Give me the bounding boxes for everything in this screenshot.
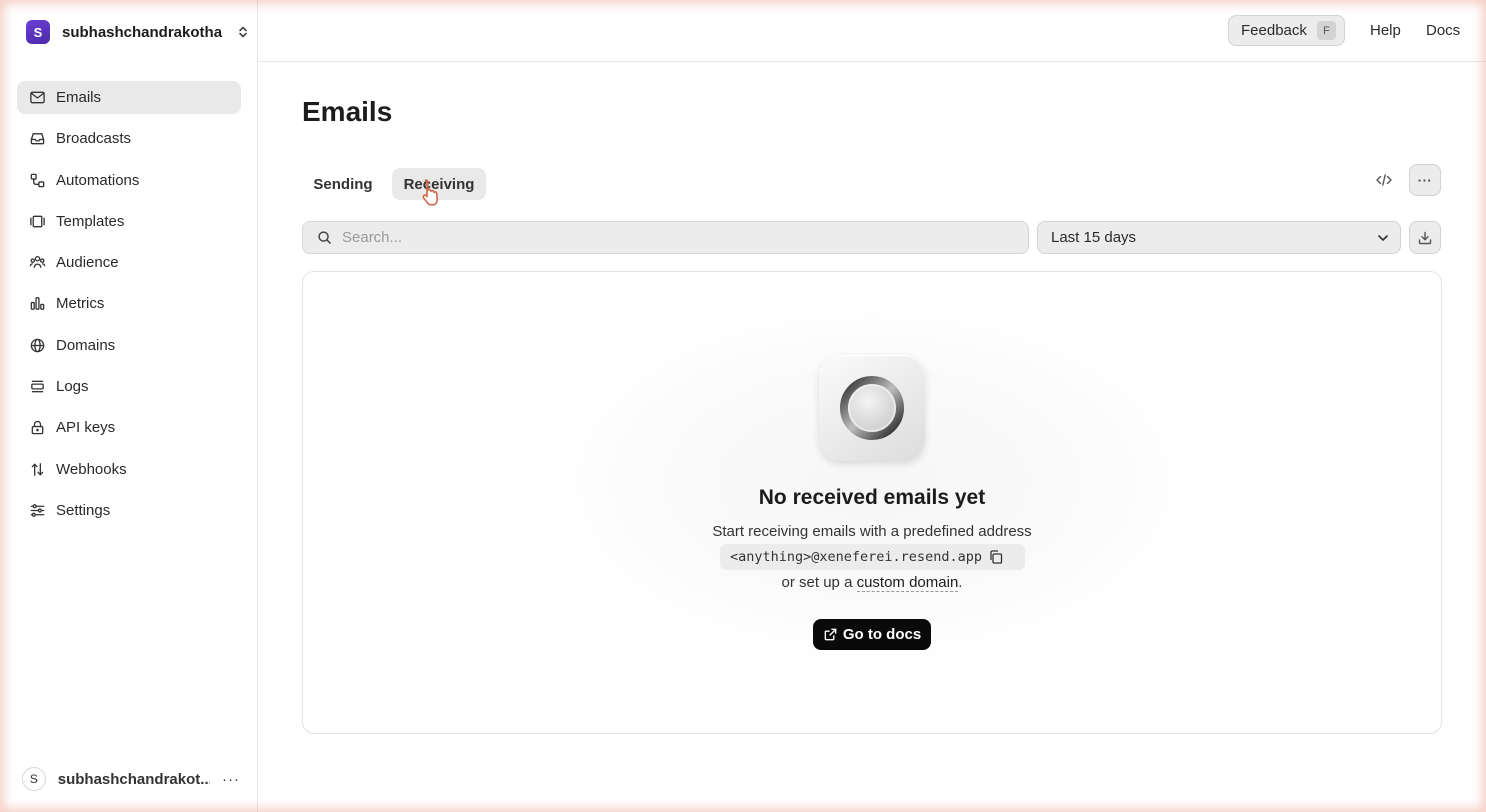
empty-inbox-icon bbox=[819, 355, 925, 461]
user-name: subhashchandrakot... bbox=[57, 770, 210, 788]
more-options-button[interactable]: ··· bbox=[1409, 164, 1441, 196]
feedback-button[interactable]: Feedback F bbox=[1228, 15, 1345, 46]
empty-state-subtitle: Start receiving emails with a predefined… bbox=[712, 523, 1032, 540]
sidebar: S subhashchandrakotha Emails Broadcasts … bbox=[0, 0, 258, 812]
empty-state-panel: No received emails yet Start receiving e… bbox=[302, 271, 1442, 734]
user-menu[interactable]: S subhashchandrakot... ··· bbox=[22, 766, 240, 792]
sidebar-nav: Emails Broadcasts Automations Templates … bbox=[17, 81, 241, 535]
sidebar-item-label: Templates bbox=[56, 212, 125, 230]
webhook-icon bbox=[31, 462, 44, 476]
search-icon bbox=[318, 231, 331, 244]
more-icon[interactable]: ··· bbox=[222, 771, 240, 788]
mouse-cursor-icon bbox=[422, 179, 439, 206]
sidebar-item-label: Domains bbox=[56, 336, 116, 354]
copy-icon[interactable] bbox=[988, 549, 1004, 565]
download-icon bbox=[1418, 231, 1432, 244]
team-avatar: S bbox=[26, 20, 50, 44]
team-switcher[interactable]: S subhashchandrakotha bbox=[26, 20, 250, 44]
users-icon bbox=[29, 256, 46, 268]
sidebar-item-webhooks[interactable]: Webhooks bbox=[17, 453, 241, 486]
sidebar-item-api-keys[interactable]: API keys bbox=[17, 411, 241, 444]
page-title: Emails bbox=[302, 96, 393, 127]
or-suffix: . bbox=[958, 574, 963, 591]
custom-domain-line: or set up a custom domain. bbox=[303, 574, 1441, 592]
external-link-icon bbox=[824, 628, 837, 641]
keyboard-shortcut-badge: F bbox=[1316, 21, 1336, 40]
sidebar-item-domains[interactable]: Domains bbox=[17, 329, 241, 362]
date-range-value: Last 15 days bbox=[1051, 229, 1137, 246]
sliders-icon bbox=[30, 504, 45, 517]
inbound-address-text: <anything>@xeneferei.resend.app bbox=[730, 549, 982, 565]
mail-icon bbox=[30, 91, 45, 104]
sidebar-item-templates[interactable]: Templates bbox=[17, 205, 241, 238]
sidebar-item-emails[interactable]: Emails bbox=[17, 81, 241, 114]
inbound-address: <anything>@xeneferei.resend.app bbox=[720, 544, 1025, 570]
top-bar: Feedback F Help Docs bbox=[258, 0, 1486, 62]
inbox-icon bbox=[30, 133, 45, 145]
or-prefix: or set up a bbox=[781, 574, 857, 591]
search-input[interactable] bbox=[342, 229, 1028, 246]
sidebar-item-settings[interactable]: Settings bbox=[17, 494, 241, 527]
docs-link[interactable]: Docs bbox=[1426, 22, 1460, 39]
chevron-down-icon bbox=[1378, 234, 1388, 241]
search-bar[interactable] bbox=[302, 221, 1029, 254]
sidebar-item-metrics[interactable]: Metrics bbox=[17, 287, 241, 320]
lock-icon bbox=[31, 421, 44, 435]
sidebar-item-label: Broadcasts bbox=[56, 130, 132, 148]
go-to-docs-label: Go to docs bbox=[842, 626, 922, 643]
go-to-docs-button[interactable]: Go to docs bbox=[813, 619, 931, 650]
background-ripple bbox=[533, 292, 1213, 672]
sidebar-item-label: Emails bbox=[56, 89, 102, 106]
sidebar-item-label: Webhooks bbox=[56, 460, 127, 478]
sidebar-item-label: Automations bbox=[56, 171, 140, 189]
chevron-updown-icon bbox=[239, 26, 247, 38]
logs-icon bbox=[31, 380, 44, 393]
sidebar-item-automations[interactable]: Automations bbox=[17, 164, 241, 197]
feedback-label: Feedback bbox=[1241, 22, 1307, 39]
custom-domain-link[interactable]: custom domain bbox=[856, 574, 959, 592]
team-name: subhashchandrakotha bbox=[62, 23, 223, 41]
sidebar-item-label: Settings bbox=[56, 501, 111, 519]
code-view-button[interactable] bbox=[1368, 164, 1400, 196]
date-range-select[interactable]: Last 15 days bbox=[1037, 221, 1401, 254]
globe-icon bbox=[30, 338, 45, 353]
help-link[interactable]: Help bbox=[1370, 22, 1401, 39]
sidebar-item-label: Logs bbox=[56, 378, 89, 396]
code-icon bbox=[1376, 174, 1392, 186]
sidebar-item-audience[interactable]: Audience bbox=[17, 246, 241, 279]
tab-sending[interactable]: Sending bbox=[302, 168, 384, 200]
sidebar-item-logs[interactable]: Logs bbox=[17, 370, 241, 403]
more-icon: ··· bbox=[1417, 172, 1433, 188]
empty-state-title: No received emails yet bbox=[758, 486, 986, 509]
sidebar-item-broadcasts[interactable]: Broadcasts bbox=[17, 122, 241, 155]
sidebar-item-label: API keys bbox=[56, 419, 116, 437]
sidebar-item-label: Audience bbox=[56, 254, 119, 272]
template-icon bbox=[30, 215, 45, 228]
avatar: S bbox=[22, 767, 46, 791]
workflow-icon bbox=[30, 173, 45, 187]
sidebar-item-label: Metrics bbox=[56, 295, 105, 313]
bar-chart-icon bbox=[30, 297, 45, 311]
export-button[interactable] bbox=[1409, 221, 1441, 254]
